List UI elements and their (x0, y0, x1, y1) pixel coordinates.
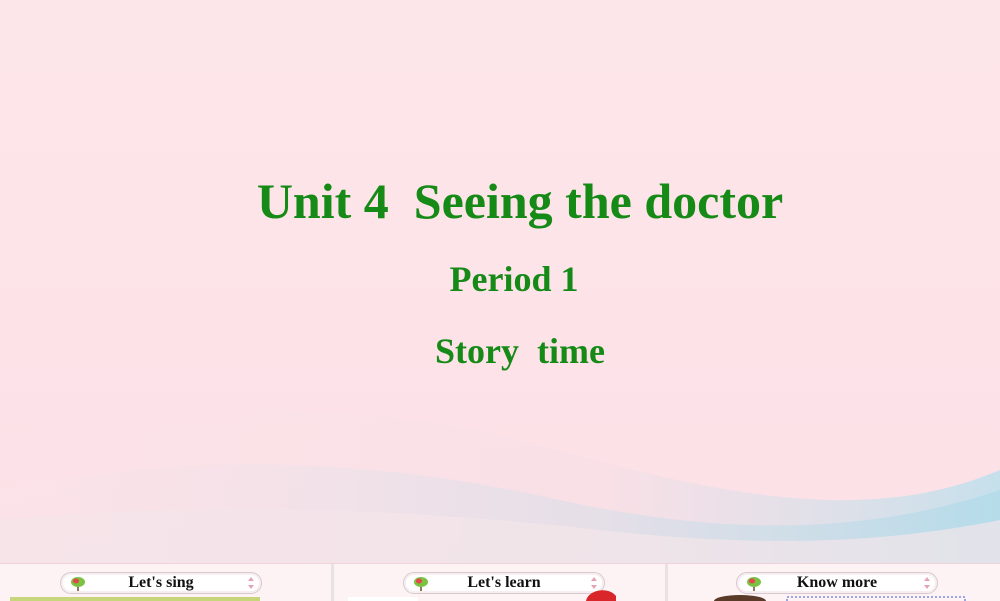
up-down-arrows-icon (924, 577, 930, 589)
period-label: Period 1 (449, 259, 579, 299)
thumbnail-strip (348, 597, 418, 601)
lets-learn-button[interactable]: Let's learn (403, 572, 605, 594)
up-down-arrows-icon (248, 577, 254, 589)
section-label: Story time (435, 331, 605, 371)
nav-panel-lets-learn[interactable]: Let's learn (334, 564, 664, 601)
nav-panel-know-more[interactable]: Know more (668, 564, 1000, 601)
red-hat-thumbnail (586, 590, 616, 601)
bottom-nav-bar: Let's sing Let's learn Know more (0, 563, 1000, 601)
slide-title: Unit 4 Seeing the doctor (256, 173, 784, 229)
know-more-label: Know more (796, 574, 878, 591)
lets-sing-label: Let's sing (128, 574, 194, 591)
lets-sing-button[interactable]: Let's sing (60, 572, 262, 594)
nav-panel-lets-sing[interactable]: Let's sing (0, 564, 330, 601)
lets-learn-label: Let's learn (467, 574, 541, 591)
thumbnail-strip (10, 597, 260, 601)
dotted-frame-thumbnail (786, 596, 966, 601)
know-more-button[interactable]: Know more (736, 572, 938, 594)
decorative-waves (0, 410, 1000, 570)
